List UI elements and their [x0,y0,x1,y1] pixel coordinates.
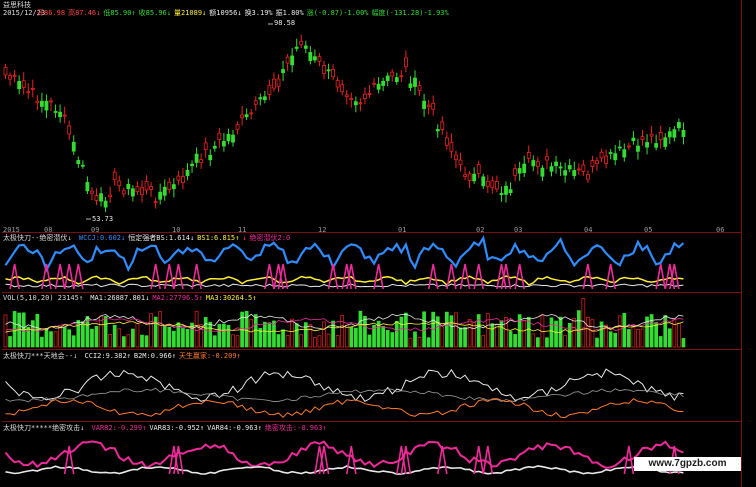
indicator4-chart[interactable] [0,0,741,487]
watermark: www.7gpzb.com [634,457,741,471]
stock-chart-window: 益思科技 2015/12/23 开86.98 高87.46↓ 低85.90↑ 收85.… [0,0,756,487]
var82-line [4,440,684,470]
var83-line [5,465,684,475]
attack-spike [63,445,75,475]
right-axis-border [741,0,742,487]
attack-spike [437,445,448,475]
